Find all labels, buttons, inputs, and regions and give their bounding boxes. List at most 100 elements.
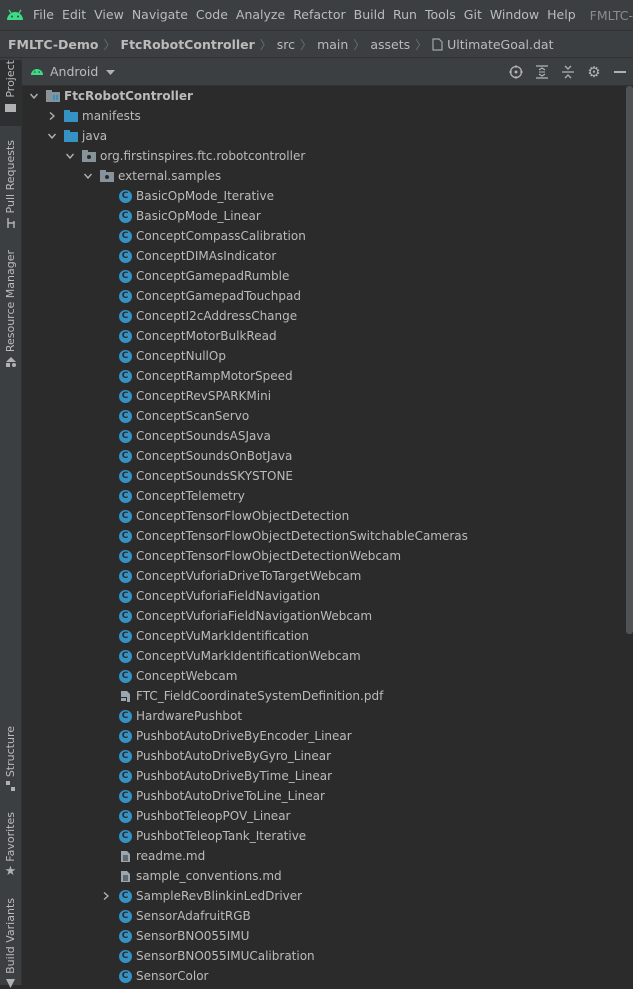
tree-file-item[interactable]: readme.md bbox=[22, 846, 633, 866]
tree-file-item[interactable]: C SampleRevBlinkinLedDriver bbox=[22, 886, 633, 906]
tree-file-item[interactable]: C ConceptVuforiaDriveToTargetWebcam bbox=[22, 566, 633, 586]
tree-file-item[interactable]: C ConceptTensorFlowObjectDetectionWebcam bbox=[22, 546, 633, 566]
tree-file-item[interactable]: C ConceptSoundsASJava bbox=[22, 426, 633, 446]
tool-window-project[interactable]: Project bbox=[0, 60, 21, 126]
tree-file-item[interactable]: C ConceptMotorBulkRead bbox=[22, 326, 633, 346]
tree-node-label: HardwarePushbot bbox=[136, 709, 243, 723]
menu-navigate[interactable]: Navigate bbox=[128, 0, 192, 30]
collapse-all-icon[interactable] bbox=[555, 58, 581, 85]
tool-window-resource-manager[interactable]: Resource Manager bbox=[0, 250, 21, 368]
tree-node-label: FTC_FieldCoordinateSystemDefinition.pdf bbox=[136, 689, 384, 703]
tree-file-item[interactable]: sample_conventions.md bbox=[22, 866, 633, 886]
tool-window-favorites[interactable]: Favorites ★ bbox=[0, 812, 21, 879]
tree-file-item[interactable]: C ConceptNullOp bbox=[22, 346, 633, 366]
tree-file-item[interactable]: C ConceptGamepadRumble bbox=[22, 266, 633, 286]
gear-icon[interactable]: ⚙ bbox=[581, 58, 607, 85]
tree-file-item[interactable]: C ConceptSoundsSKYSTONE bbox=[22, 466, 633, 486]
tree-file-item[interactable]: C ConceptVuMarkIdentification bbox=[22, 626, 633, 646]
tree-file-item[interactable]: C BasicOpMode_Linear bbox=[22, 206, 633, 226]
chevron-right-icon: 〉 bbox=[353, 37, 366, 52]
tree-file-item[interactable]: C ConceptVuforiaFieldNavigationWebcam bbox=[22, 606, 633, 626]
menu-build[interactable]: Build bbox=[350, 0, 389, 30]
chevron-right-icon[interactable] bbox=[46, 112, 58, 120]
java-class-icon: C bbox=[118, 609, 132, 623]
breadcrumb-file[interactable]: UltimateGoal.dat bbox=[447, 37, 553, 52]
package-icon bbox=[100, 169, 114, 183]
chevron-down-icon[interactable] bbox=[28, 93, 40, 99]
project-view-selector[interactable]: Android bbox=[22, 64, 116, 79]
java-class-icon: C bbox=[118, 409, 132, 423]
tree-file-item[interactable]: C ConceptTensorFlowObjectDetectionSwitcha… bbox=[22, 526, 633, 546]
tree-node-java[interactable]: java bbox=[22, 126, 633, 146]
tree-node-label: SampleRevBlinkinLedDriver bbox=[136, 889, 303, 903]
tree-node-external-samples[interactable]: external.samples bbox=[22, 166, 633, 186]
menu-git[interactable]: Git bbox=[460, 0, 486, 30]
breadcrumb-project[interactable]: FMLTC-Demo bbox=[8, 37, 99, 52]
tree-node-label: BasicOpMode_Iterative bbox=[136, 189, 274, 203]
tree-file-item[interactable]: C ConceptVuforiaFieldNavigation bbox=[22, 586, 633, 606]
tree-file-item[interactable]: C SensorAdafruitRGB bbox=[22, 906, 633, 926]
breadcrumb-assets[interactable]: assets bbox=[370, 37, 410, 52]
tree-scrollbar[interactable] bbox=[626, 86, 633, 634]
chevron-down-icon[interactable] bbox=[64, 153, 76, 159]
java-class-icon: C bbox=[118, 649, 132, 663]
tree-file-item[interactable]: C ConceptRevSPARKMini bbox=[22, 386, 633, 406]
menu-bar: File Edit View Navigate Code Analyze Ref… bbox=[0, 0, 633, 30]
tree-file-item[interactable]: C PushbotAutoDriveByTime_Linear bbox=[22, 766, 633, 786]
tool-window-label: Resource Manager bbox=[4, 250, 17, 353]
tool-window-build-variants[interactable]: Build Variants bbox=[0, 898, 21, 988]
locate-file-icon[interactable] bbox=[503, 58, 529, 85]
java-class-icon: C bbox=[118, 949, 132, 963]
tree-file-item[interactable]: C ConceptRampMotorSpeed bbox=[22, 366, 633, 386]
menu-edit[interactable]: Edit bbox=[58, 0, 90, 30]
java-class-icon: C bbox=[118, 309, 132, 323]
menu-refactor[interactable]: Refactor bbox=[289, 0, 349, 30]
tree-file-item[interactable]: C HardwarePushbot bbox=[22, 706, 633, 726]
tool-window-structure[interactable]: Structure bbox=[0, 726, 21, 794]
tree-file-item[interactable]: C ConceptWebcam bbox=[22, 666, 633, 686]
menu-file[interactable]: File bbox=[29, 0, 58, 30]
tool-window-pull-requests[interactable]: Pull Requests bbox=[0, 140, 21, 229]
menu-run[interactable]: Run bbox=[389, 0, 421, 30]
menu-tools[interactable]: Tools bbox=[421, 0, 460, 30]
menu-window[interactable]: Window bbox=[486, 0, 543, 30]
tree-file-item[interactable]: C SensorBNO055IMUCalibration bbox=[22, 946, 633, 966]
tree-node-label: sample_conventions.md bbox=[136, 869, 282, 883]
breadcrumb-src[interactable]: src bbox=[277, 37, 295, 52]
tree-file-item[interactable]: C ConceptDIMAsIndicator bbox=[22, 246, 633, 266]
tree-file-item[interactable]: C PushbotAutoDriveByEncoder_Linear bbox=[22, 726, 633, 746]
tree-file-item[interactable]: C ConceptScanServo bbox=[22, 406, 633, 426]
tree-file-item[interactable]: C PushbotAutoDriveByGyro_Linear bbox=[22, 746, 633, 766]
tree-file-item[interactable]: C BasicOpMode_Iterative bbox=[22, 186, 633, 206]
tree-file-item[interactable]: FTC_FieldCoordinateSystemDefinition.pdf bbox=[22, 686, 633, 706]
tree-file-item[interactable]: C PushbotTeleopTank_Iterative bbox=[22, 826, 633, 846]
tree-file-item[interactable]: C ConceptTensorFlowObjectDetection bbox=[22, 506, 633, 526]
tree-file-item[interactable]: C PushbotAutoDriveToLine_Linear bbox=[22, 786, 633, 806]
java-class-icon: C bbox=[118, 589, 132, 603]
chevron-right-icon[interactable] bbox=[100, 892, 112, 900]
tree-file-item[interactable]: C SensorColor bbox=[22, 966, 633, 985]
package-icon bbox=[82, 149, 96, 163]
menu-analyze[interactable]: Analyze bbox=[232, 0, 289, 30]
menu-help[interactable]: Help bbox=[543, 0, 580, 30]
chevron-down-icon[interactable] bbox=[82, 173, 94, 179]
tree-file-item[interactable]: C ConceptGamepadTouchpad bbox=[22, 286, 633, 306]
chevron-down-icon[interactable] bbox=[46, 133, 58, 139]
menu-code[interactable]: Code bbox=[192, 0, 232, 30]
tree-file-item[interactable]: C ConceptSoundsOnBotJava bbox=[22, 446, 633, 466]
tree-file-item[interactable]: C ConceptVuMarkIdentificationWebcam bbox=[22, 646, 633, 666]
tree-file-item[interactable]: C ConceptCompassCalibration bbox=[22, 226, 633, 246]
menu-view[interactable]: View bbox=[90, 0, 128, 30]
tree-file-item[interactable]: C PushbotTeleopPOV_Linear bbox=[22, 806, 633, 826]
tree-file-item[interactable]: C ConceptI2cAddressChange bbox=[22, 306, 633, 326]
tree-node-label: ConceptNullOp bbox=[136, 349, 226, 363]
expand-all-icon[interactable] bbox=[529, 58, 555, 85]
hide-panel-icon[interactable] bbox=[607, 58, 633, 85]
tree-node-root[interactable]: FtcRobotController bbox=[22, 86, 633, 106]
tree-node-package[interactable]: org.firstinspires.ftc.robotcontroller bbox=[22, 146, 633, 166]
tree-file-item[interactable]: C ConceptTelemetry bbox=[22, 486, 633, 506]
breadcrumb-main[interactable]: main bbox=[317, 37, 348, 52]
breadcrumb-module[interactable]: FtcRobotController bbox=[121, 37, 255, 52]
tree-node-manifests[interactable]: manifests bbox=[22, 106, 633, 126]
tree-file-item[interactable]: C SensorBNO055IMU bbox=[22, 926, 633, 946]
